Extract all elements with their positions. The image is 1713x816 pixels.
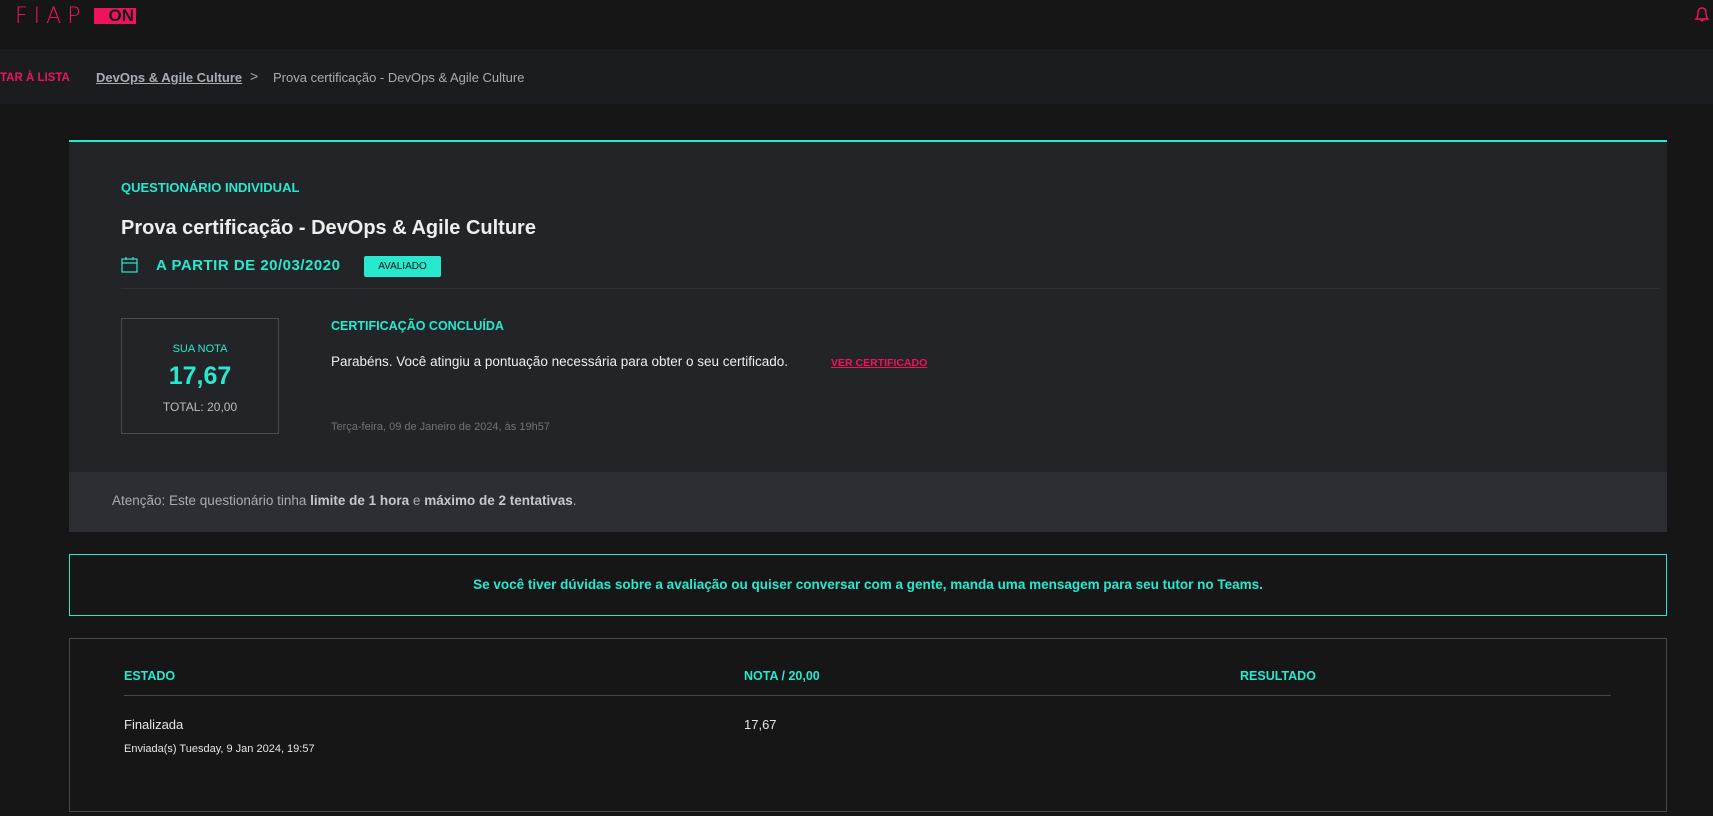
page-title: Prova certificação - DevOps & Agile Cult… — [121, 217, 536, 239]
quiz-summary-panel — [69, 140, 1667, 472]
availability-date: A PARTIR DE 20/03/2020 — [156, 257, 341, 274]
chevron-right-icon: > — [250, 68, 259, 84]
attempt-state: Finalizada — [124, 717, 184, 732]
back-to-list-link[interactable]: TAR À LISTA — [0, 72, 70, 84]
attention-time-limit: limite de 1 hora — [310, 493, 410, 508]
quiz-type-label: QUESTIONÁRIO INDIVIDUAL — [121, 180, 300, 195]
score-total: TOTAL: 20,00 — [162, 400, 238, 414]
attention-mid: e — [409, 493, 425, 508]
attention-attempts: máximo de 2 tentativas — [424, 493, 573, 508]
score-value: 17,67 — [168, 362, 232, 390]
logo-text: FIAP — [15, 3, 87, 29]
view-certificate-link[interactable]: VER CERTIFICADO — [831, 357, 927, 369]
breadcrumb-course-link[interactable]: DevOps & Agile Culture — [96, 70, 242, 85]
score-card: SUA NOTA 17,67 TOTAL: 20,00 — [121, 318, 279, 434]
certification-message: Parabéns. Você atingiu a pontuação neces… — [331, 354, 789, 369]
logo-badge: ON — [94, 7, 136, 24]
top-bar — [0, 0, 1713, 49]
bell-icon[interactable] — [1693, 5, 1711, 23]
help-message: Se você tiver dúvidas sobre a avaliação … — [69, 554, 1667, 616]
attention-notice: Atenção: Este questionário tinha limite … — [69, 472, 1667, 532]
breadcrumb-current: Prova certificação - DevOps & Agile Cult… — [273, 70, 525, 85]
score-label: SUA NOTA — [172, 343, 228, 355]
column-header-grade: NOTA / 20,00 — [744, 669, 820, 683]
column-header-state: ESTADO — [124, 669, 176, 683]
table-header-divider — [124, 695, 1611, 696]
attempt-grade: 17,67 — [744, 717, 777, 732]
attention-suffix: . — [572, 493, 577, 508]
certification-heading: CERTIFICAÇÃO CONCLUÍDA — [331, 319, 504, 333]
calendar-icon — [121, 257, 138, 273]
attempts-table — [69, 638, 1667, 812]
column-header-result: RESULTADO — [1240, 669, 1316, 683]
fiap-on-logo[interactable]: FIAP ON — [15, 3, 136, 29]
attention-prefix: Atenção: Este questionário tinha — [112, 493, 311, 508]
status-badge: AVALIADO — [364, 256, 441, 277]
divider — [121, 288, 1660, 289]
completion-date: Terça-feira, 09 de Janeiro de 2024, às 1… — [331, 421, 550, 433]
attempt-submitted: Enviada(s) Tuesday, 9 Jan 2024, 19:57 — [124, 743, 315, 755]
